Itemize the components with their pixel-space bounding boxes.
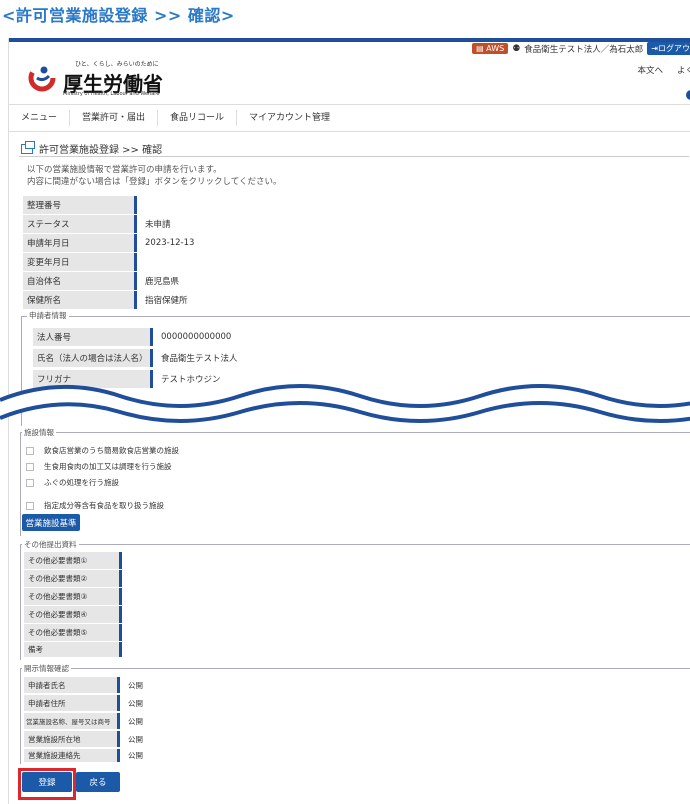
nav-item-recall[interactable]: 食品リコール bbox=[158, 110, 238, 126]
field-label: 申請者氏名 bbox=[24, 677, 120, 693]
applicant-group-title: 申請者情報 bbox=[27, 310, 69, 321]
other-doc-row: 備考 bbox=[24, 642, 122, 657]
facility-group-title: 施設情報 bbox=[22, 427, 56, 438]
field-label: 営業施設名称、屋号又は商号 bbox=[24, 713, 120, 729]
skip-to-content-link[interactable]: 本文へ bbox=[637, 64, 663, 76]
check-label: 生食用食肉の加工又は調理を行う施設 bbox=[44, 462, 172, 471]
disclosure-row: 営業施設所在地 公開 bbox=[24, 731, 143, 747]
other-doc-row: その他必要書類⑤ bbox=[24, 624, 122, 641]
facility-check-row[interactable]: 生食用食肉の加工又は調理を行う施設 bbox=[26, 461, 172, 472]
back-button[interactable]: 戻る bbox=[76, 772, 120, 792]
logo-english: Ministry of Health, Labour and Welfare bbox=[63, 91, 160, 97]
field-label: その他必要書類③ bbox=[24, 588, 122, 605]
field-label: 法人番号 bbox=[33, 328, 153, 346]
field-value: 公開 bbox=[128, 751, 143, 760]
user-name: 食品衛生テスト法人／為石太郎 bbox=[524, 44, 644, 55]
field-label: 氏名（法人の場合は法人名） bbox=[33, 349, 153, 367]
field-label: その他必要書類⑤ bbox=[24, 624, 122, 641]
facility-standard-button[interactable]: 営業施設基準 bbox=[22, 514, 80, 531]
disclosure-row: 営業施設名称、屋号又は商号 公開 bbox=[24, 713, 143, 729]
applicant-row: 法人番号 0000000000000 bbox=[33, 328, 231, 346]
nav-item-account[interactable]: マイアカウント管理 bbox=[237, 110, 342, 126]
checkbox[interactable] bbox=[26, 501, 34, 510]
field-label: その他必要書類① bbox=[24, 552, 122, 569]
main-nav: メニュー 営業許可・届出 食品リコール マイアカウント管理 bbox=[9, 104, 690, 132]
field-label: 保健所名 bbox=[23, 291, 137, 309]
disclosure-group-title: 開示情報確認 bbox=[22, 663, 71, 674]
disclosure-row: 営業施設連絡先 公開 bbox=[24, 749, 143, 762]
field-row: 申請年月日 2023-12-13 bbox=[23, 234, 194, 252]
document-title: <許可営業施設登録 >> 確認> bbox=[2, 6, 235, 25]
field-label: 営業施設所在地 bbox=[24, 731, 120, 747]
window-icon bbox=[21, 140, 35, 154]
check-label: 指定成分等含有食品を取り扱う施設 bbox=[44, 501, 164, 510]
user-icon: ⚉ bbox=[512, 43, 521, 54]
field-value: 公開 bbox=[128, 680, 143, 690]
field-row: 変更年月日 bbox=[23, 253, 145, 271]
field-value: 2023-12-13 bbox=[145, 238, 195, 248]
mhlw-logo-icon bbox=[28, 64, 56, 92]
other-doc-row: その他必要書類① bbox=[24, 552, 122, 569]
facility-check-row[interactable]: 指定成分等含有食品を取り扱う施設 bbox=[26, 500, 164, 511]
logout-button[interactable]: ⇥ログアウ bbox=[647, 42, 690, 55]
field-label: その他必要書類② bbox=[24, 570, 122, 587]
checkbox[interactable] bbox=[26, 478, 34, 487]
heading-divider bbox=[19, 156, 689, 157]
logo-tagline: ひと、くらし、みらいのために bbox=[75, 61, 159, 68]
field-label: 備考 bbox=[24, 642, 122, 657]
field-row: 保健所名 指宿保健所 bbox=[23, 291, 188, 309]
field-label: 申請年月日 bbox=[23, 234, 137, 252]
field-label: ステータス bbox=[23, 215, 137, 233]
account-bar: ▤ AWS ⚉ 食品衛生テスト法人／為石太郎 ⇥ログアウ bbox=[472, 42, 690, 55]
highlight-box bbox=[18, 768, 76, 800]
font-size-toggle[interactable] bbox=[686, 90, 690, 100]
field-value: 公開 bbox=[128, 734, 143, 744]
aws-badge: ▤ AWS bbox=[472, 43, 509, 54]
page-break-wave bbox=[0, 384, 690, 423]
facility-check-row[interactable]: 飲食店営業のうち簡易飲食店営業の施設 bbox=[26, 445, 179, 456]
field-value: 公開 bbox=[128, 716, 143, 726]
mhlw-logo[interactable]: ひと、くらし、みらいのために 厚生労働省 Ministry of Health,… bbox=[27, 56, 197, 97]
field-value: 鹿児島県 bbox=[145, 277, 180, 287]
disclosure-row: 申請者住所 公開 bbox=[24, 695, 143, 711]
field-label: 申請者住所 bbox=[24, 695, 120, 711]
checkbox[interactable] bbox=[26, 446, 34, 455]
other-docs-group-title: その他提出資料 bbox=[22, 539, 79, 550]
intro-text: 以下の営業施設情報で営業許可の申請を行います。 内容に間違がない場合は「登録」ボ… bbox=[27, 165, 282, 187]
facility-check-row[interactable]: ふぐの処理を行う施設 bbox=[26, 477, 119, 488]
checkbox[interactable] bbox=[26, 462, 34, 471]
page-title: 許可営業施設登録 >> 確認 bbox=[39, 145, 163, 156]
field-label: 変更年月日 bbox=[23, 253, 137, 271]
faq-link[interactable]: よく bbox=[677, 64, 690, 76]
field-label: 自治体名 bbox=[23, 272, 137, 290]
other-doc-row: その他必要書類③ bbox=[24, 588, 122, 605]
field-value: 未申請 bbox=[145, 220, 171, 230]
nav-item-menu[interactable]: メニュー bbox=[9, 110, 71, 126]
disclosure-row: 申請者氏名 公開 bbox=[24, 677, 143, 693]
field-row: ステータス 未申請 bbox=[23, 215, 171, 233]
other-doc-row: その他必要書類② bbox=[24, 570, 122, 587]
field-label: 整理番号 bbox=[23, 196, 137, 214]
field-label: その他必要書類④ bbox=[24, 606, 122, 623]
other-doc-row: その他必要書類④ bbox=[24, 606, 122, 623]
field-row: 自治体名 鹿児島県 bbox=[23, 272, 179, 290]
page-heading: 許可営業施設登録 >> 確認 bbox=[21, 140, 163, 156]
check-label: 飲食店営業のうち簡易飲食店営業の施設 bbox=[44, 446, 179, 455]
field-value: 食品衛生テスト法人 bbox=[161, 354, 238, 364]
check-label: ふぐの処理を行う施設 bbox=[44, 478, 119, 487]
field-label: 営業施設連絡先 bbox=[24, 749, 120, 762]
field-value: 0000000000000 bbox=[161, 332, 232, 342]
field-value: 指宿保健所 bbox=[145, 296, 188, 306]
field-value: 公開 bbox=[128, 698, 143, 708]
header-links: 本文へ よく bbox=[637, 64, 690, 76]
field-row: 整理番号 bbox=[23, 196, 145, 214]
applicant-row: 氏名（法人の場合は法人名） 食品衛生テスト法人 bbox=[33, 349, 238, 367]
nav-item-permits[interactable]: 営業許可・届出 bbox=[70, 110, 159, 126]
